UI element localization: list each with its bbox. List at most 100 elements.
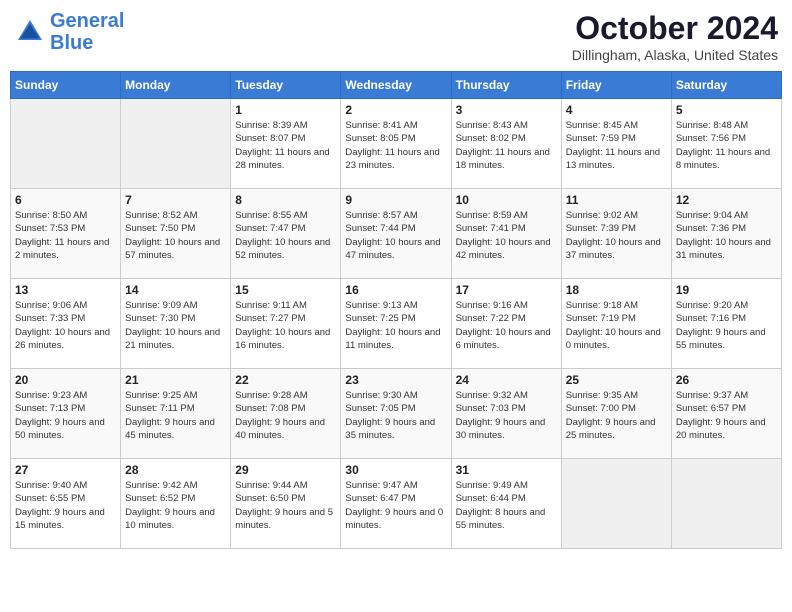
calendar-week-row: 6Sunrise: 8:50 AMSunset: 7:53 PMDaylight… <box>11 189 782 279</box>
calendar-cell: 1Sunrise: 8:39 AMSunset: 8:07 PMDaylight… <box>231 99 341 189</box>
calendar-cell: 2 Sunrise: 8:41 AMSunset: 8:05 PMDaylight… <box>341 99 451 189</box>
day-number: 30 <box>345 463 446 477</box>
day-number: 24 <box>456 373 557 387</box>
day-number: 15 <box>235 283 336 297</box>
weekday-header-cell: Thursday <box>451 72 561 99</box>
calendar-week-row: 27 Sunrise: 9:40 AMSunset: 6:55 PMDayligh… <box>11 459 782 549</box>
day-number: 29 <box>235 463 336 477</box>
weekday-header-cell: Saturday <box>671 72 781 99</box>
calendar-body: 1Sunrise: 8:39 AMSunset: 8:07 PMDaylight… <box>11 99 782 549</box>
calendar-week-row: 13 Sunrise: 9:06 AMSunset: 7:33 PMDayligh… <box>11 279 782 369</box>
day-number: 10 <box>456 193 557 207</box>
day-number: 20 <box>15 373 116 387</box>
calendar-cell: 21 Sunrise: 9:25 AMSunset: 7:11 PMDayligh… <box>121 369 231 459</box>
calendar-cell: 26 Sunrise: 9:37 AMSunset: 6:57 PMDayligh… <box>671 369 781 459</box>
day-info: Sunrise: 9:35 AMSunset: 7:00 PMDaylight:… <box>566 389 667 442</box>
day-number: 21 <box>125 373 226 387</box>
day-number: 18 <box>566 283 667 297</box>
day-info: Sunrise: 9:20 AMSunset: 7:16 PMDaylight:… <box>676 299 777 352</box>
page-header: General Blue October 2024 Dillingham, Al… <box>10 10 782 63</box>
day-info: Sunrise: 8:43 AMSunset: 8:02 PMDaylight:… <box>456 119 557 172</box>
calendar-cell: 28Sunrise: 9:42 AMSunset: 6:52 PMDayligh… <box>121 459 231 549</box>
calendar-cell <box>671 459 781 549</box>
day-number: 8 <box>235 193 336 207</box>
calendar-cell: 25 Sunrise: 9:35 AMSunset: 7:00 PMDayligh… <box>561 369 671 459</box>
day-info: Sunrise: 9:49 AMSunset: 6:44 PMDaylight:… <box>456 479 557 532</box>
calendar-cell <box>11 99 121 189</box>
day-number: 5 <box>676 103 777 117</box>
title-area: October 2024 Dillingham, Alaska, United … <box>572 10 778 63</box>
weekday-header-cell: Friday <box>561 72 671 99</box>
calendar-cell: 22 Sunrise: 9:28 AMSunset: 7:08 PMDayligh… <box>231 369 341 459</box>
day-info: Sunrise: 9:28 AMSunset: 7:08 PMDaylight:… <box>235 389 336 442</box>
day-info: Sunrise: 9:11 AMSunset: 7:27 PMDaylight:… <box>235 299 336 352</box>
calendar-cell: 5 Sunrise: 8:48 AMSunset: 7:56 PMDaylight… <box>671 99 781 189</box>
calendar-cell: 3Sunrise: 8:43 AMSunset: 8:02 PMDaylight… <box>451 99 561 189</box>
calendar-cell: 18 Sunrise: 9:18 AMSunset: 7:19 PMDayligh… <box>561 279 671 369</box>
calendar-cell: 17Sunrise: 9:16 AMSunset: 7:22 PMDayligh… <box>451 279 561 369</box>
calendar-week-row: 20 Sunrise: 9:23 AMSunset: 7:13 PMDayligh… <box>11 369 782 459</box>
calendar-week-row: 1Sunrise: 8:39 AMSunset: 8:07 PMDaylight… <box>11 99 782 189</box>
day-info: Sunrise: 8:48 AMSunset: 7:56 PMDaylight:… <box>676 119 777 172</box>
day-number: 19 <box>676 283 777 297</box>
weekday-header-cell: Monday <box>121 72 231 99</box>
day-number: 27 <box>15 463 116 477</box>
day-info: Sunrise: 9:40 AMSunset: 6:55 PMDaylight:… <box>15 479 116 532</box>
calendar-cell: 9Sunrise: 8:57 AMSunset: 7:44 PMDaylight… <box>341 189 451 279</box>
calendar-cell: 14 Sunrise: 9:09 AMSunset: 7:30 PMDayligh… <box>121 279 231 369</box>
day-info: Sunrise: 9:04 AMSunset: 7:36 PMDaylight:… <box>676 209 777 262</box>
day-info: Sunrise: 9:44 AMSunset: 6:50 PMDaylight:… <box>235 479 336 532</box>
day-info: Sunrise: 9:13 AMSunset: 7:25 PMDaylight:… <box>345 299 446 352</box>
day-number: 31 <box>456 463 557 477</box>
calendar-cell: 11Sunrise: 9:02 AMSunset: 7:39 PMDayligh… <box>561 189 671 279</box>
calendar-cell: 10 Sunrise: 8:59 AMSunset: 7:41 PMDayligh… <box>451 189 561 279</box>
day-number: 26 <box>676 373 777 387</box>
day-info: Sunrise: 8:55 AMSunset: 7:47 PMDaylight:… <box>235 209 336 262</box>
weekday-header-row: SundayMondayTuesdayWednesdayThursdayFrid… <box>11 72 782 99</box>
day-number: 2 <box>345 103 446 117</box>
calendar-cell: 13 Sunrise: 9:06 AMSunset: 7:33 PMDayligh… <box>11 279 121 369</box>
day-info: Sunrise: 8:59 AMSunset: 7:41 PMDaylight:… <box>456 209 557 262</box>
day-info: Sunrise: 8:45 AMSunset: 7:59 PMDaylight:… <box>566 119 667 172</box>
day-number: 12 <box>676 193 777 207</box>
day-number: 14 <box>125 283 226 297</box>
logo-icon <box>14 16 46 48</box>
calendar-cell: 15 Sunrise: 9:11 AMSunset: 7:27 PMDayligh… <box>231 279 341 369</box>
day-info: Sunrise: 9:30 AMSunset: 7:05 PMDaylight:… <box>345 389 446 442</box>
day-number: 13 <box>15 283 116 297</box>
calendar-cell: 7 Sunrise: 8:52 AMSunset: 7:50 PMDaylight… <box>121 189 231 279</box>
day-info: Sunrise: 8:41 AMSunset: 8:05 PMDaylight:… <box>345 119 446 172</box>
day-info: Sunrise: 9:25 AMSunset: 7:11 PMDaylight:… <box>125 389 226 442</box>
calendar-cell: 8 Sunrise: 8:55 AMSunset: 7:47 PMDaylight… <box>231 189 341 279</box>
day-number: 16 <box>345 283 446 297</box>
day-number: 6 <box>15 193 116 207</box>
day-info: Sunrise: 8:39 AMSunset: 8:07 PMDaylight:… <box>235 119 336 172</box>
weekday-header-cell: Tuesday <box>231 72 341 99</box>
day-info: Sunrise: 9:23 AMSunset: 7:13 PMDaylight:… <box>15 389 116 442</box>
calendar-cell: 31 Sunrise: 9:49 AMSunset: 6:44 PMDayligh… <box>451 459 561 549</box>
day-number: 22 <box>235 373 336 387</box>
day-number: 7 <box>125 193 226 207</box>
day-number: 23 <box>345 373 446 387</box>
calendar-cell: 16 Sunrise: 9:13 AMSunset: 7:25 PMDayligh… <box>341 279 451 369</box>
day-number: 25 <box>566 373 667 387</box>
day-number: 9 <box>345 193 446 207</box>
day-number: 11 <box>566 193 667 207</box>
day-info: Sunrise: 8:52 AMSunset: 7:50 PMDaylight:… <box>125 209 226 262</box>
calendar-cell: 29 Sunrise: 9:44 AMSunset: 6:50 PMDayligh… <box>231 459 341 549</box>
day-info: Sunrise: 9:37 AMSunset: 6:57 PMDaylight:… <box>676 389 777 442</box>
calendar-cell: 20 Sunrise: 9:23 AMSunset: 7:13 PMDayligh… <box>11 369 121 459</box>
day-info: Sunrise: 9:18 AMSunset: 7:19 PMDaylight:… <box>566 299 667 352</box>
calendar-cell: 19 Sunrise: 9:20 AMSunset: 7:16 PMDayligh… <box>671 279 781 369</box>
day-info: Sunrise: 9:09 AMSunset: 7:30 PMDaylight:… <box>125 299 226 352</box>
calendar-cell: 12 Sunrise: 9:04 AMSunset: 7:36 PMDayligh… <box>671 189 781 279</box>
day-info: Sunrise: 9:32 AMSunset: 7:03 PMDaylight:… <box>456 389 557 442</box>
calendar-cell <box>121 99 231 189</box>
day-info: Sunrise: 9:42 AMSunset: 6:52 PMDaylight:… <box>125 479 226 532</box>
calendar-cell: 6Sunrise: 8:50 AMSunset: 7:53 PMDaylight… <box>11 189 121 279</box>
calendar-cell: 30Sunrise: 9:47 AMSunset: 6:47 PMDayligh… <box>341 459 451 549</box>
logo-text: General Blue <box>50 10 124 54</box>
logo: General Blue <box>14 10 124 54</box>
weekday-header-cell: Wednesday <box>341 72 451 99</box>
day-info: Sunrise: 9:06 AMSunset: 7:33 PMDaylight:… <box>15 299 116 352</box>
